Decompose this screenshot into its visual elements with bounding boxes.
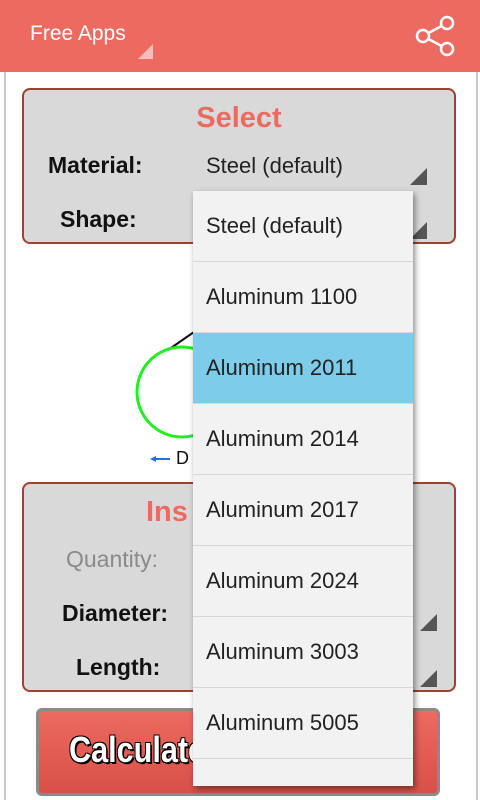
- diameter-label: Diameter:: [62, 600, 169, 626]
- calculate-button-label: Calculate: [69, 729, 206, 770]
- action-bar: Free Apps: [0, 0, 480, 72]
- dropdown-item[interactable]: Aluminum 5005: [193, 688, 413, 759]
- select-panel-title: Select: [196, 102, 282, 134]
- length-unit-arrow-icon: [420, 670, 437, 687]
- dropdown-item-selected[interactable]: Aluminum 2011: [193, 333, 413, 404]
- dropdown-item[interactable]: Steel (default): [193, 191, 413, 262]
- share-icon: [415, 15, 455, 57]
- length-label: Length:: [76, 654, 161, 680]
- app-title-spinner[interactable]: Free Apps: [30, 22, 126, 46]
- diameter-dimension-label: D: [176, 448, 189, 468]
- material-spinner-value[interactable]: Steel (default): [206, 153, 343, 179]
- share-button[interactable]: [412, 14, 458, 58]
- dropdown-item[interactable]: Aluminum 2014: [193, 404, 413, 475]
- shape-label: Shape:: [60, 206, 137, 232]
- quantity-label: Quantity:: [66, 546, 159, 572]
- material-dropdown: Steel (default) Aluminum 1100 Aluminum 2…: [193, 191, 413, 786]
- dropdown-item[interactable]: Aluminum 2017: [193, 475, 413, 546]
- diameter-unit-arrow-icon: [420, 614, 437, 631]
- material-label: Material:: [48, 152, 143, 178]
- dropdown-item[interactable]: Aluminum 1100: [193, 262, 413, 333]
- material-spinner-arrow-icon: [410, 168, 427, 185]
- dropdown-item[interactable]: Aluminum 2024: [193, 546, 413, 617]
- spinner-indicator-icon: [138, 44, 153, 59]
- dropdown-item[interactable]: Aluminum 3003: [193, 617, 413, 688]
